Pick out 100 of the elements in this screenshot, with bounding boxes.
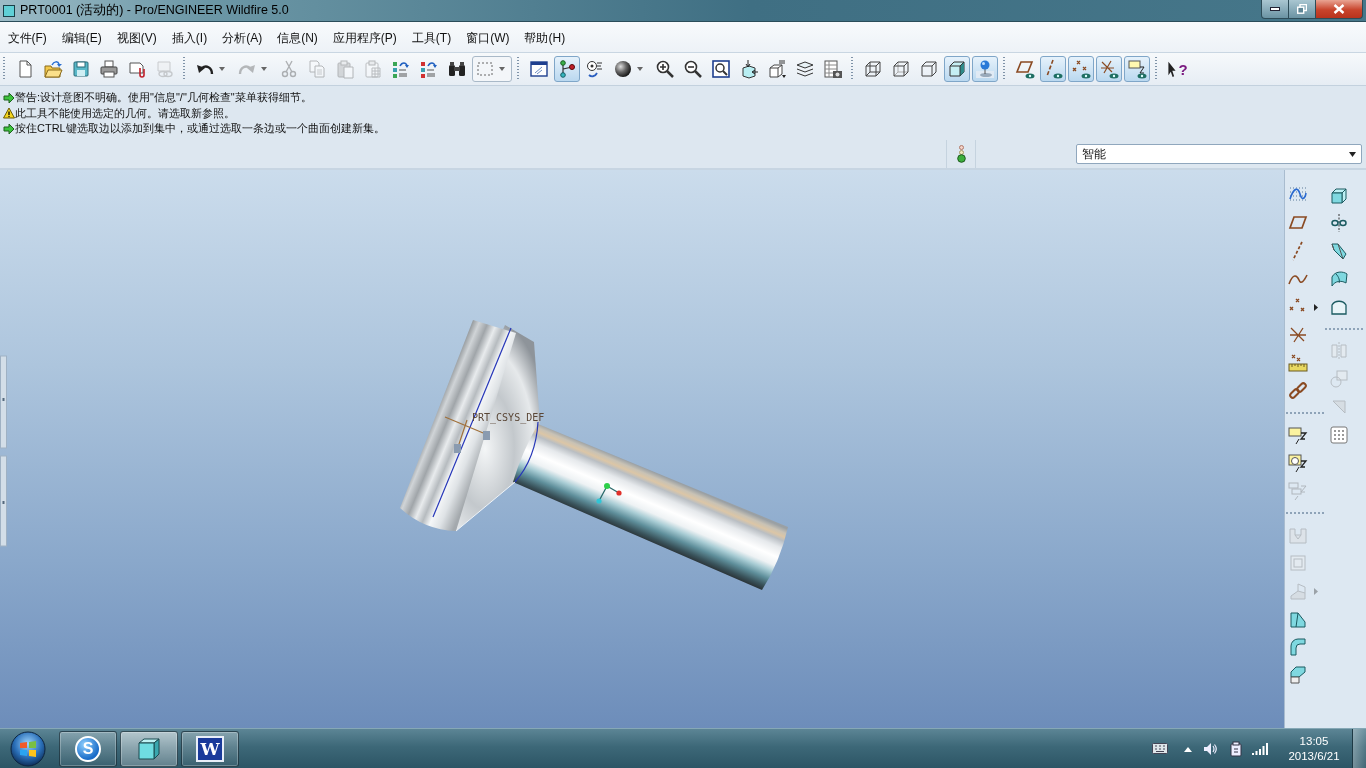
cube-tag-icon bbox=[767, 59, 787, 79]
point-display-button[interactable] bbox=[1068, 56, 1094, 82]
menu-item[interactable]: 信息(N) bbox=[269, 30, 326, 47]
binoculars-icon bbox=[447, 59, 467, 79]
menu-item[interactable]: 编辑(E) bbox=[54, 30, 110, 47]
list-refresh-icon bbox=[391, 59, 411, 79]
csys-eye-icon bbox=[1099, 59, 1119, 79]
cube-icon bbox=[1329, 185, 1349, 205]
axis-display-button[interactable] bbox=[1040, 56, 1066, 82]
menu-item[interactable]: 工具(T) bbox=[404, 30, 459, 47]
clipboard-icon bbox=[335, 59, 355, 79]
message-text: 此工具不能使用选定的几何。请选取新参照。 bbox=[15, 105, 235, 121]
message-text: 警告:设计意图不明确。使用"信息"/"几何检查"菜单获得细节。 bbox=[15, 90, 312, 106]
help-button[interactable]: ? bbox=[1164, 56, 1190, 82]
menu-item[interactable]: 帮助(H) bbox=[517, 30, 573, 47]
sweep-icon bbox=[1329, 241, 1349, 261]
chain-link-icon bbox=[1288, 381, 1308, 401]
rib-icon bbox=[1288, 581, 1308, 601]
clock-time[interactable]: 13:05 bbox=[1299, 733, 1329, 749]
dot-grid-icon bbox=[1329, 425, 1349, 445]
csys-display-button[interactable] bbox=[1096, 56, 1122, 82]
shaded-cube-icon bbox=[947, 59, 967, 79]
note-eye-icon bbox=[1127, 59, 1147, 79]
plane-eye-icon bbox=[1015, 59, 1035, 79]
menu-item[interactable]: 视图(V) bbox=[109, 30, 165, 47]
sphere-icon bbox=[613, 59, 633, 79]
keyboard-icon[interactable] bbox=[1152, 743, 1168, 754]
nested-squares-icon bbox=[1288, 553, 1308, 573]
csys-label: PRT_CSYS_DEF bbox=[472, 412, 545, 423]
menu-item[interactable]: 插入(I) bbox=[164, 30, 215, 47]
app-icon bbox=[3, 4, 15, 17]
restore-icon bbox=[1297, 4, 1307, 14]
menu-item[interactable]: 分析(A) bbox=[214, 30, 270, 47]
device-icon[interactable] bbox=[1229, 740, 1243, 757]
printer-icon bbox=[99, 59, 119, 79]
cube-icon bbox=[136, 735, 162, 762]
layers-icon bbox=[795, 59, 815, 79]
filter-dropdown[interactable]: 智能 bbox=[1076, 144, 1362, 164]
hole-icon bbox=[1288, 525, 1308, 545]
signal-bars-icon[interactable] bbox=[1252, 742, 1268, 755]
page-clip-icon bbox=[127, 59, 147, 79]
stacked-notes-icon bbox=[1288, 481, 1308, 501]
ball-shadow-icon bbox=[975, 59, 995, 79]
caret-down-icon bbox=[1349, 151, 1356, 157]
page-chain-icon bbox=[155, 59, 175, 79]
menu-item[interactable]: 窗口(W) bbox=[458, 30, 517, 47]
clock-date[interactable]: 2013/6/21 bbox=[1288, 748, 1340, 764]
ruler-points-icon bbox=[1288, 353, 1308, 373]
app-logo: S bbox=[75, 735, 101, 762]
revolve-icon bbox=[1329, 213, 1349, 233]
show-desktop-button[interactable] bbox=[1352, 728, 1366, 768]
splitter-handle[interactable] bbox=[0, 455, 7, 547]
taskbar-button[interactable] bbox=[120, 730, 178, 767]
flyout-arrow-icon bbox=[1314, 303, 1318, 311]
orient-icon bbox=[585, 59, 605, 79]
minimize-button[interactable] bbox=[1261, 0, 1289, 19]
restore-button[interactable] bbox=[1289, 0, 1316, 19]
wireframe-cube-icon bbox=[863, 59, 883, 79]
mirror-icon bbox=[1329, 341, 1349, 361]
merge-icon bbox=[1329, 369, 1349, 389]
shading-button[interactable] bbox=[944, 56, 970, 82]
dashed-rectangle-icon bbox=[475, 59, 495, 79]
taskbar-button[interactable]: W bbox=[181, 730, 239, 767]
zoom-in-icon bbox=[655, 59, 675, 79]
note-circle-icon bbox=[1288, 453, 1308, 473]
splitter-handle[interactable] bbox=[0, 355, 7, 449]
zoom-out-icon bbox=[683, 59, 703, 79]
minimize-icon bbox=[1270, 7, 1280, 11]
window-pencil-icon bbox=[529, 59, 549, 79]
message-text: 按住CTRL键选取边以添加到集中，或通过选取一条边或一个曲面创建新集。 bbox=[15, 121, 385, 137]
warning-icon bbox=[3, 107, 15, 120]
right-arrow-icon bbox=[3, 91, 15, 104]
spin-center-icon bbox=[596, 483, 622, 504]
points-eye-icon bbox=[1071, 59, 1091, 79]
hidden-line-cube-icon bbox=[891, 59, 911, 79]
close-button[interactable] bbox=[1316, 0, 1363, 19]
caret-down-icon bbox=[261, 67, 267, 71]
chevron-up-icon[interactable] bbox=[1184, 745, 1192, 752]
traffic-light-icon bbox=[956, 145, 966, 163]
spin-center-button[interactable] bbox=[554, 56, 580, 82]
menu-item[interactable]: 应用程序(P) bbox=[325, 30, 405, 47]
right-arrow-icon bbox=[3, 122, 15, 135]
connected-dots-icon bbox=[557, 59, 577, 79]
list-refresh-icon bbox=[419, 59, 439, 79]
close-icon bbox=[1333, 4, 1345, 14]
axes-star-icon bbox=[1288, 325, 1308, 345]
caret-down-icon bbox=[219, 67, 225, 71]
note-arrow-icon bbox=[1288, 425, 1308, 445]
realism-button[interactable] bbox=[972, 56, 998, 82]
menu-item[interactable]: 文件(F) bbox=[0, 30, 55, 47]
outline-cube-icon bbox=[919, 59, 939, 79]
annotation-display-button[interactable] bbox=[1124, 56, 1150, 82]
draft-icon bbox=[1288, 609, 1308, 629]
table-camera-icon bbox=[823, 59, 843, 79]
scissors-icon bbox=[279, 59, 299, 79]
speaker-icon[interactable] bbox=[1203, 741, 1217, 756]
round-icon bbox=[1288, 637, 1308, 657]
caret-down-icon bbox=[499, 67, 505, 71]
start-orb-icon bbox=[10, 730, 46, 767]
cube-arrows-icon bbox=[739, 59, 759, 79]
